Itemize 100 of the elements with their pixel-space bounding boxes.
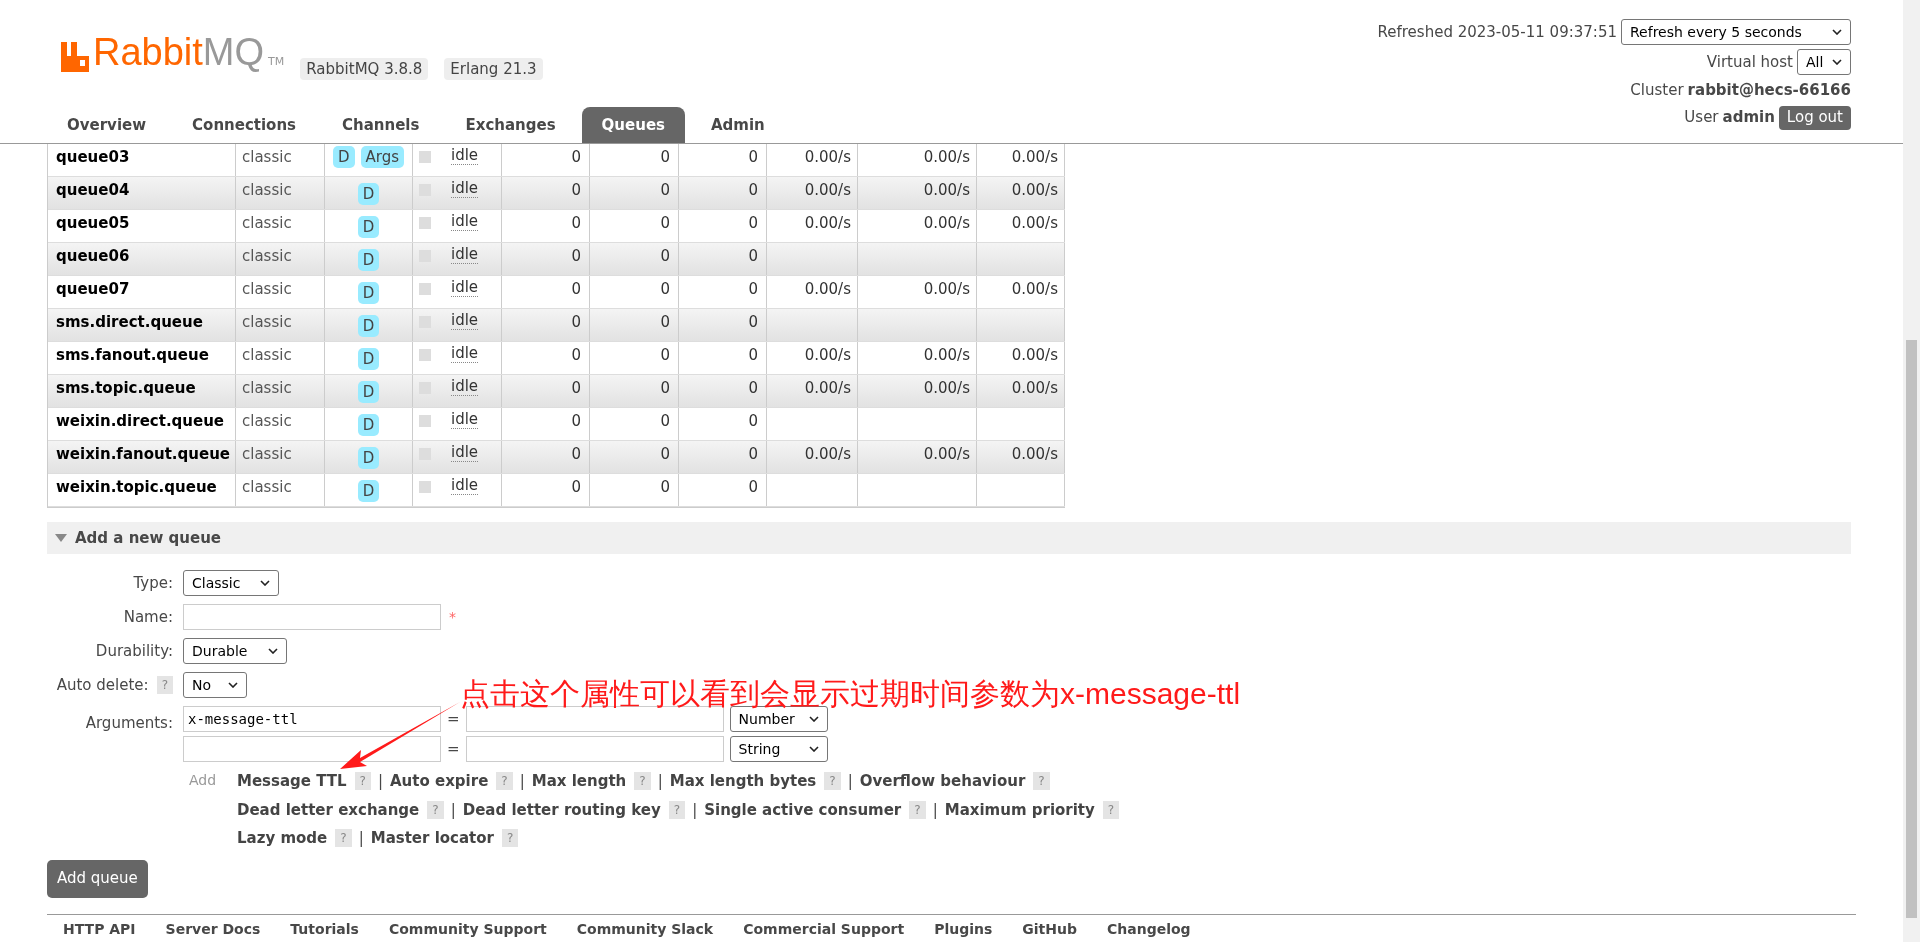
queue-state: idle xyxy=(451,344,479,363)
footer-link[interactable]: Plugins xyxy=(934,918,993,940)
queue-name[interactable]: queue04 xyxy=(56,181,130,199)
queue-type: classic xyxy=(242,313,292,331)
feature-badge: D xyxy=(357,348,380,370)
feature-badge: D xyxy=(357,414,380,436)
argument-link[interactable]: Message TTL xyxy=(237,770,347,793)
message-count: 0 xyxy=(571,346,581,364)
refresh-select[interactable]: Refresh every 5 seconds xyxy=(1621,19,1851,45)
argument-link[interactable]: Maximum priority xyxy=(944,798,1095,821)
footer-link[interactable]: GitHub xyxy=(1022,918,1077,940)
message-count: 0 xyxy=(748,181,758,199)
argument-type-select[interactable]: String xyxy=(729,736,828,762)
argument-link[interactable]: Auto expire xyxy=(390,770,489,793)
footer-link[interactable]: Community Support xyxy=(388,918,547,940)
message-rate: 0.00/s xyxy=(1011,280,1058,298)
queue-name[interactable]: weixin.fanout.queue xyxy=(56,445,230,463)
field-select[interactable]: Durable xyxy=(183,638,287,664)
logout-button[interactable]: Log out xyxy=(1778,105,1851,130)
message-rate: 0.00/s xyxy=(1011,445,1058,463)
message-count: 0 xyxy=(660,313,670,331)
section-header[interactable]: Add a new queue xyxy=(47,522,1851,554)
argument-link[interactable]: Dead letter exchange xyxy=(237,798,420,821)
status-square-icon xyxy=(419,151,431,163)
queue-name[interactable]: weixin.topic.queue xyxy=(56,478,217,496)
message-rate: 0.00/s xyxy=(923,346,970,364)
argument-link[interactable]: Overflow behaviour xyxy=(859,770,1026,793)
feature-badge: D xyxy=(332,146,355,168)
message-count: 0 xyxy=(748,445,758,463)
footer-link[interactable]: HTTP API xyxy=(63,918,136,940)
argument-link[interactable]: Single active consumer xyxy=(704,798,902,821)
message-count: 0 xyxy=(660,412,670,430)
field-select[interactable]: No xyxy=(183,672,247,698)
message-rate: 0.00/s xyxy=(923,280,970,298)
cluster-name: rabbit@hecs-66166 xyxy=(1687,80,1851,101)
message-count: 0 xyxy=(660,247,670,265)
footer-link[interactable]: Changelog xyxy=(1107,918,1191,940)
queue-name[interactable]: queue06 xyxy=(56,247,130,265)
argument-key-field[interactable] xyxy=(183,736,441,762)
message-count: 0 xyxy=(660,346,670,364)
add-label: Add xyxy=(188,771,218,790)
message-count: 0 xyxy=(571,445,581,463)
scrollbar-thumb[interactable] xyxy=(1906,340,1917,918)
message-rate: 0.00/s xyxy=(1011,346,1058,364)
message-count: 0 xyxy=(571,280,581,298)
argument-link[interactable]: Max length xyxy=(531,770,627,793)
status-square-icon xyxy=(419,415,431,427)
nav-tab[interactable]: Queues xyxy=(581,107,685,143)
name-field[interactable] xyxy=(183,604,441,630)
nav-tab[interactable]: Channels xyxy=(322,107,440,143)
message-rate: 0.00/s xyxy=(1011,379,1058,397)
footer-link[interactable]: Community Slack xyxy=(576,918,714,940)
argument-value-field[interactable] xyxy=(465,736,724,762)
queue-name[interactable]: sms.topic.queue xyxy=(56,379,196,397)
add-queue-button[interactable]: Add queue xyxy=(47,859,148,898)
message-rate: 0.00/s xyxy=(1011,148,1058,166)
field-label: Type: xyxy=(133,572,173,594)
footer-link[interactable]: Server Docs xyxy=(165,918,261,940)
footer-link[interactable]: Tutorials xyxy=(290,918,359,940)
field-label: Name: xyxy=(123,606,173,628)
argument-link[interactable]: Dead letter routing key xyxy=(462,798,661,821)
queue-name[interactable]: queue07 xyxy=(56,280,130,298)
feature-badge: D xyxy=(357,480,380,502)
queue-name[interactable]: queue05 xyxy=(56,214,130,232)
queue-type: classic xyxy=(242,247,292,265)
scrollbar[interactable] xyxy=(1903,0,1920,942)
message-rate: 0.00/s xyxy=(923,379,970,397)
queue-name[interactable]: sms.fanout.queue xyxy=(56,346,209,364)
caret-icon xyxy=(808,746,819,752)
nav-tab[interactable]: Connections xyxy=(172,107,317,143)
caret-icon xyxy=(260,580,270,586)
message-rate: 0.00/s xyxy=(804,445,851,463)
nav-tab[interactable]: Admin xyxy=(691,107,785,143)
message-count: 0 xyxy=(748,214,758,232)
virtual-host-select[interactable]: All xyxy=(1797,49,1851,75)
message-count: 0 xyxy=(660,478,670,496)
feature-badge: D xyxy=(357,216,380,238)
queue-name[interactable]: weixin.direct.queue xyxy=(56,412,225,430)
queue-name[interactable]: sms.direct.queue xyxy=(56,313,203,331)
queue-type: classic xyxy=(242,445,292,463)
argument-link[interactable]: Max length bytes xyxy=(669,770,817,793)
status-square-icon xyxy=(419,217,431,229)
field-select[interactable]: Classic xyxy=(183,570,279,596)
message-rate: 0.00/s xyxy=(804,346,851,364)
message-count: 0 xyxy=(748,148,758,166)
queue-state: idle xyxy=(451,278,479,297)
argument-key-field[interactable]: x-message-ttl xyxy=(183,706,441,732)
feature-badge: D xyxy=(357,282,380,304)
message-count: 0 xyxy=(748,412,758,430)
separator: | xyxy=(932,799,938,821)
separator: | xyxy=(450,799,456,821)
argument-link[interactable]: Lazy mode xyxy=(237,827,328,850)
nav-tab[interactable]: Exchanges xyxy=(445,107,576,143)
queue-name[interactable]: queue03 xyxy=(56,148,130,166)
message-rate: 0.00/s xyxy=(804,148,851,166)
queue-type: classic xyxy=(242,280,292,298)
argument-link[interactable]: Master locator xyxy=(370,827,494,850)
message-count: 0 xyxy=(748,280,758,298)
footer-link[interactable]: Commercial Support xyxy=(743,918,905,940)
nav-tab[interactable]: Overview xyxy=(47,107,167,143)
